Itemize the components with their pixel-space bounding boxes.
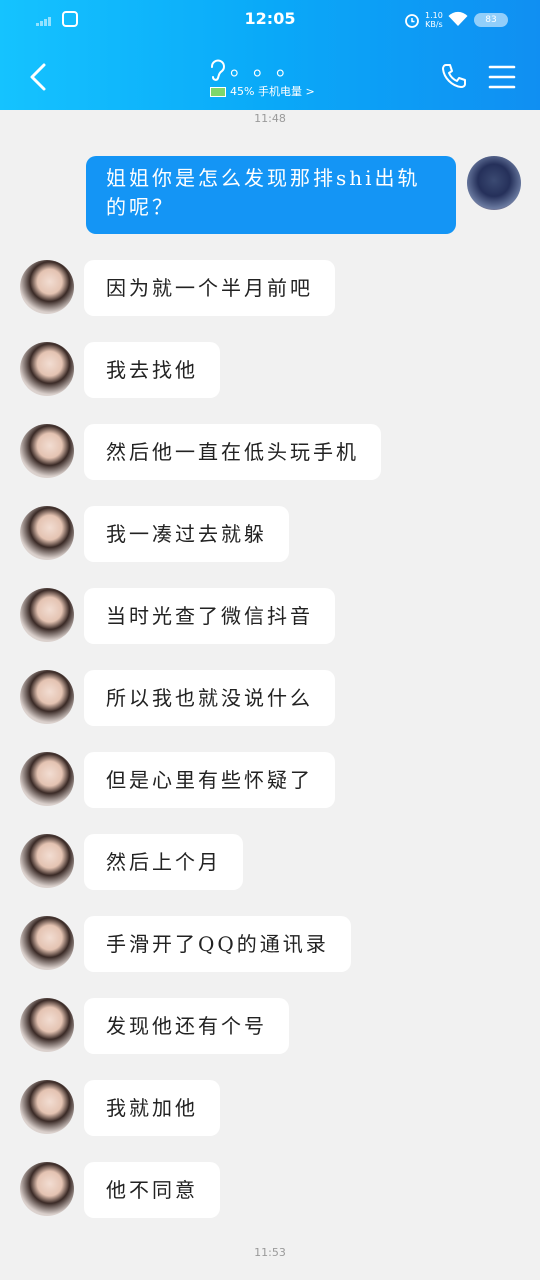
avatar-contact[interactable]	[20, 1080, 74, 1134]
avatar-self[interactable]	[467, 156, 521, 210]
message-bubble[interactable]: 我一凑过去就躲	[84, 506, 289, 562]
message-bubble[interactable]: 当时光查了微信抖音	[84, 588, 335, 644]
timestamp: 11:48	[254, 112, 286, 125]
message-bubble[interactable]: 但是心里有些怀疑了	[84, 752, 335, 808]
alarm-icon	[405, 14, 419, 28]
avatar-contact[interactable]	[20, 342, 74, 396]
chat-title-area[interactable]: 。。。 45% 手机电量 >	[150, 58, 390, 102]
net-speed-value: 1.10	[425, 11, 443, 20]
menu-icon[interactable]	[488, 64, 516, 90]
avatar-contact[interactable]	[20, 834, 74, 888]
message-bubble[interactable]: 因为就一个半月前吧	[84, 260, 335, 316]
avatar-contact[interactable]	[20, 506, 74, 560]
message-bubble[interactable]: 手滑开了QQ的通讯录	[84, 916, 351, 972]
message-bubble[interactable]: 发现他还有个号	[84, 998, 289, 1054]
battery-indicator: 83	[474, 13, 508, 27]
message-bubble-outgoing[interactable]: 姐姐你是怎么发现那排shi出轨的呢？	[86, 156, 456, 234]
message-bubble[interactable]: 然后他一直在低头玩手机	[84, 424, 381, 480]
avatar-contact[interactable]	[20, 424, 74, 478]
message-bubble[interactable]: 他不同意	[84, 1162, 220, 1218]
ear-icon	[211, 59, 225, 81]
phone-icon[interactable]	[440, 62, 468, 90]
message-bubble[interactable]: 然后上个月	[84, 834, 243, 890]
status-bar: 12:05 1.10 KB/s 83	[0, 0, 540, 38]
avatar-contact[interactable]	[20, 260, 74, 314]
avatar-contact[interactable]	[20, 998, 74, 1052]
avatar-contact[interactable]	[20, 752, 74, 806]
sub-status-text: 45% 手机电量 >	[230, 85, 315, 98]
wifi-icon	[448, 11, 468, 26]
back-arrow-icon[interactable]	[26, 62, 50, 92]
avatar-contact[interactable]	[20, 1162, 74, 1216]
message-bubble[interactable]: 所以我也就没说什么	[84, 670, 335, 726]
message-bubble[interactable]: 我就加他	[84, 1080, 220, 1136]
timestamp: 11:53	[254, 1246, 286, 1259]
mini-battery-icon	[210, 87, 226, 97]
top-bar: 12:05 1.10 KB/s 83 。。。 45% 手机电量 >	[0, 0, 540, 110]
sub-status: 45% 手机电量 >	[210, 83, 315, 99]
network-speed: 1.10 KB/s	[425, 11, 443, 29]
avatar-contact[interactable]	[20, 916, 74, 970]
message-bubble[interactable]: 我去找他	[84, 342, 220, 398]
avatar-contact[interactable]	[20, 588, 74, 642]
chat-name: 。。。	[230, 56, 311, 81]
avatar-contact[interactable]	[20, 670, 74, 724]
net-speed-unit: KB/s	[425, 20, 443, 29]
